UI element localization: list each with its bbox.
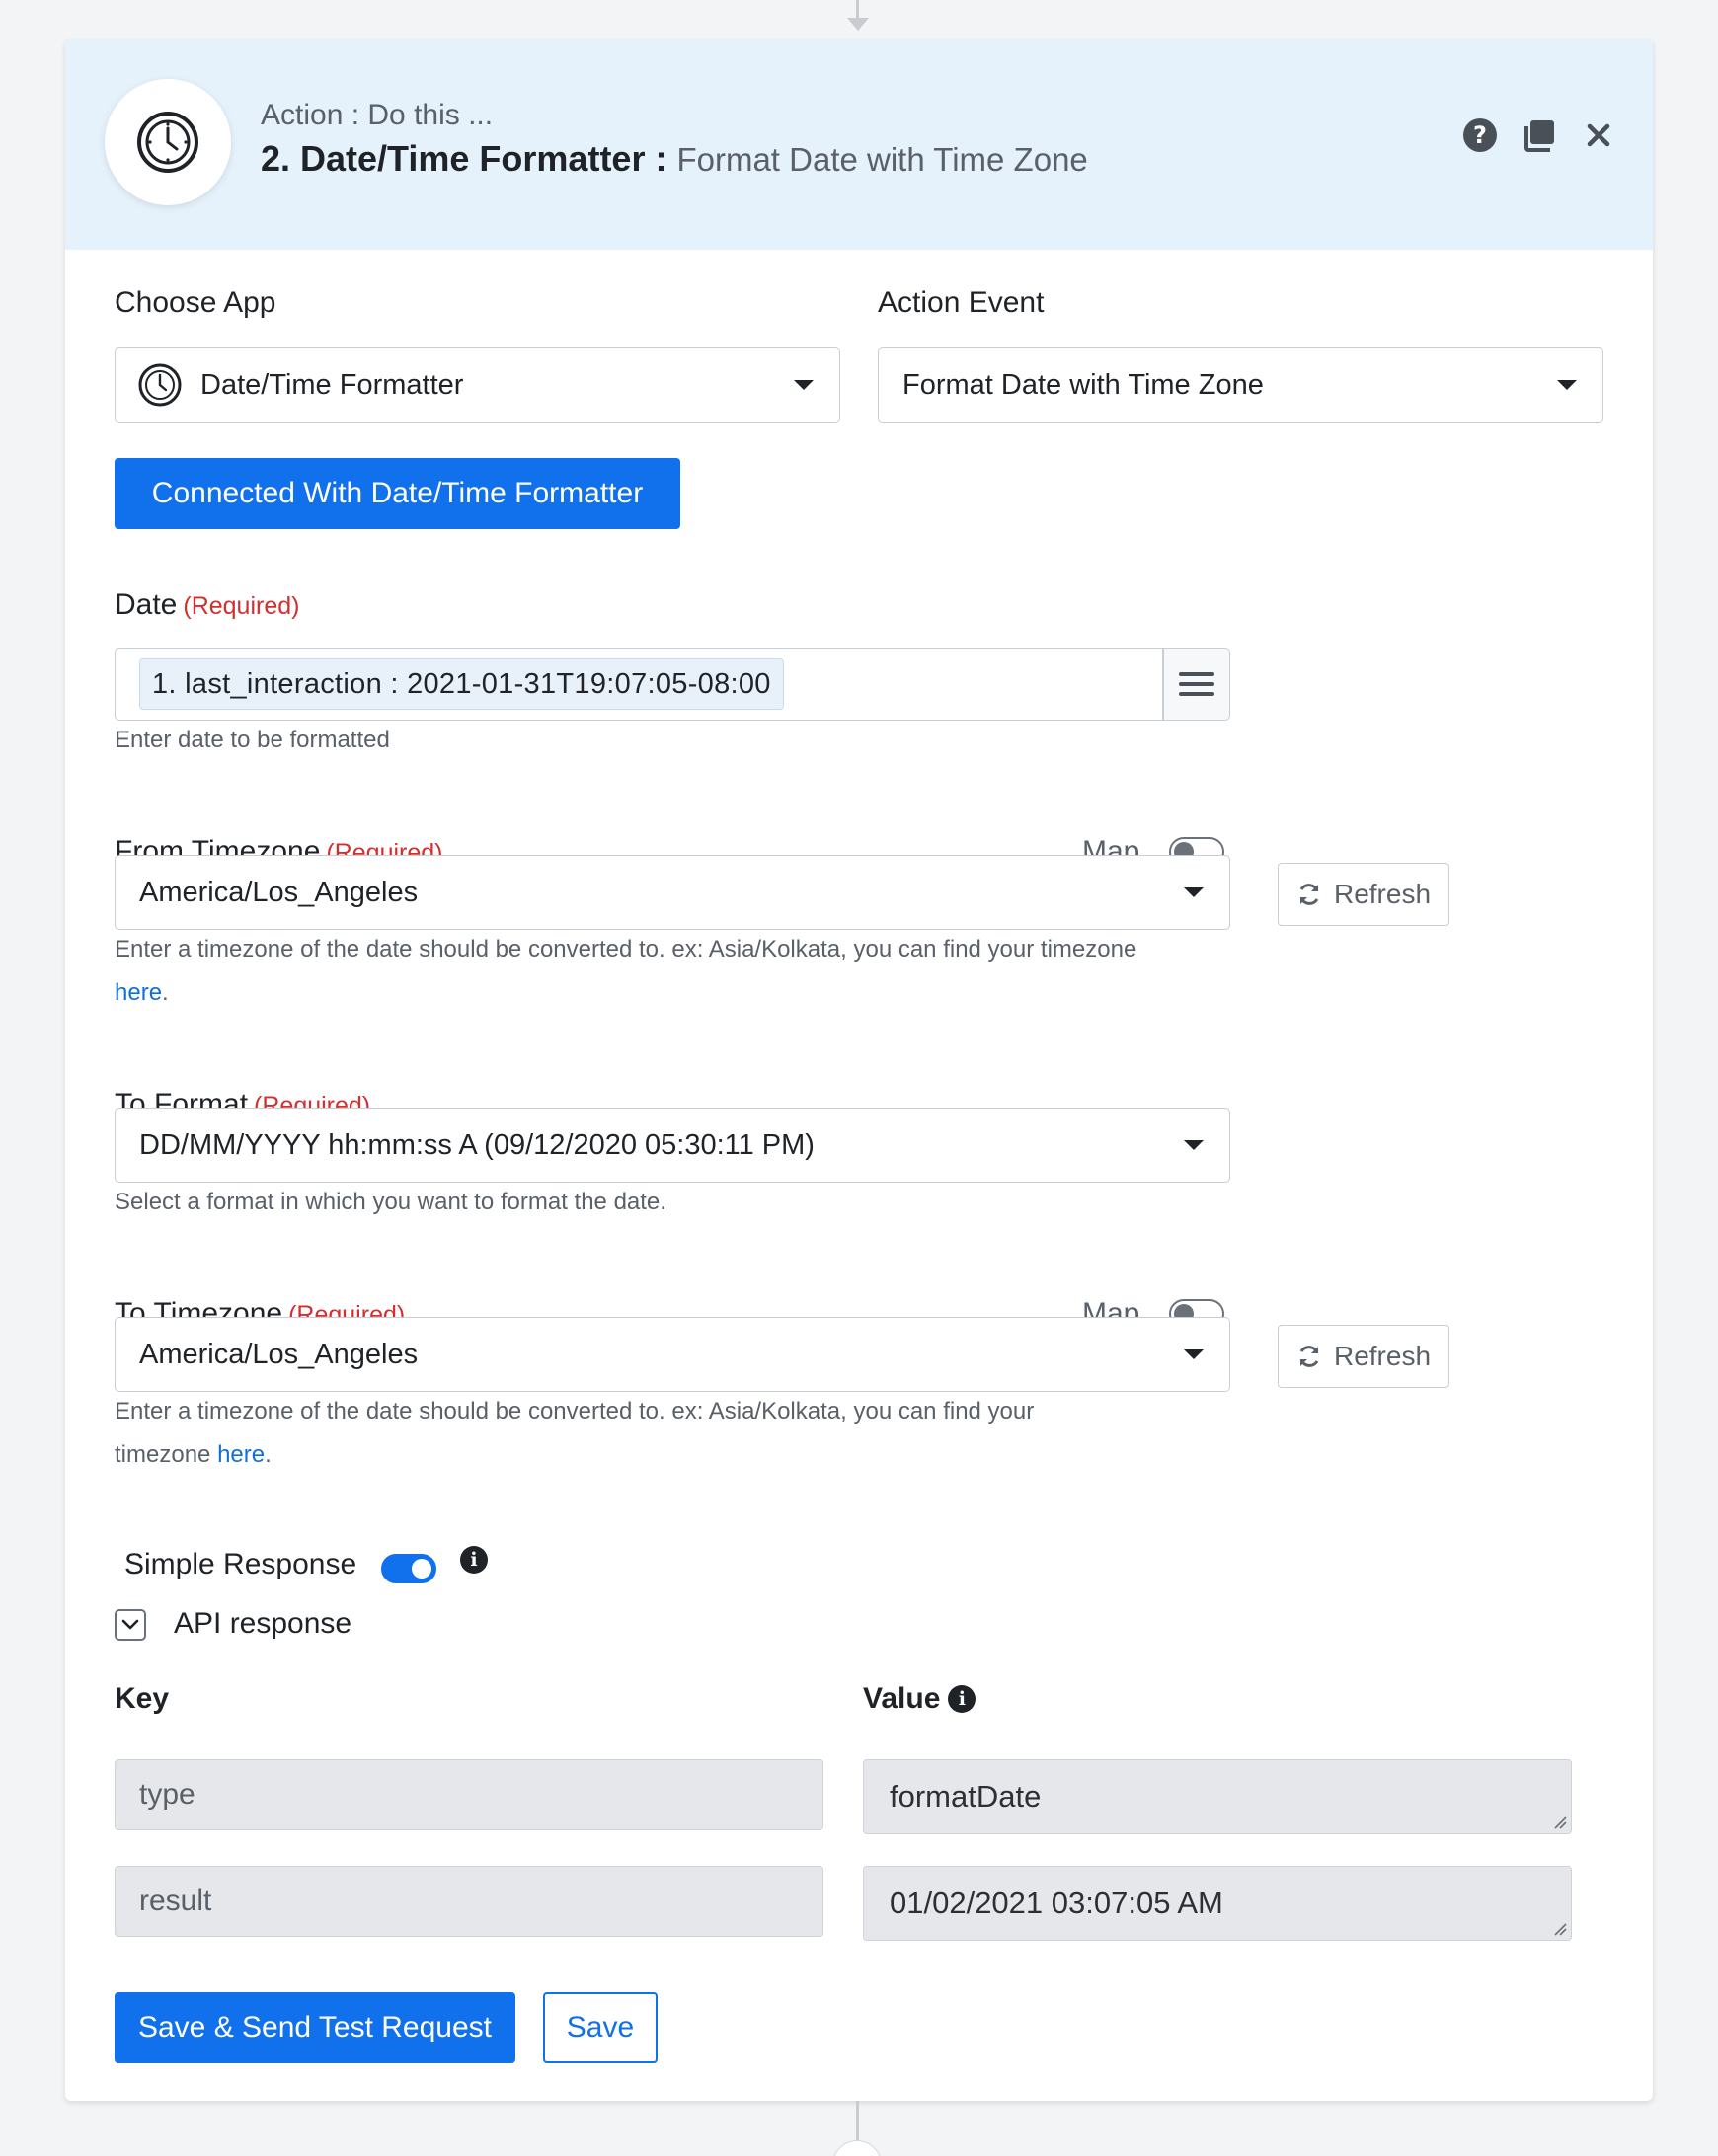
chevron-down-icon xyxy=(1184,1349,1204,1359)
action-title-sub: Format Date with Time Zone xyxy=(676,141,1088,178)
kv-value-text: 01/02/2021 03:07:05 AM xyxy=(890,1886,1223,1920)
info-icon: i xyxy=(460,1546,488,1574)
refresh-label: Refresh xyxy=(1333,1341,1432,1371)
refresh-label: Refresh xyxy=(1333,879,1432,909)
action-kicker: Action : Do this ... xyxy=(261,99,494,131)
to-timezone-help-prefix: timezone xyxy=(115,1441,218,1468)
date-token[interactable]: 1. last_interaction : 2021-01-31T19:07:0… xyxy=(139,658,784,710)
resize-handle-icon[interactable] xyxy=(1553,1922,1567,1936)
date-label: Date (Required) xyxy=(115,588,299,622)
chevron-down-icon xyxy=(1184,1140,1204,1150)
clock-icon xyxy=(138,363,182,407)
simple-response-label: Simple Response xyxy=(124,1548,357,1580)
value-column-header: Value i xyxy=(863,1682,976,1716)
action-step-card: Action : Do this ... 2. Date/Time Format… xyxy=(65,39,1653,2101)
choose-app-label: Choose App xyxy=(115,286,276,319)
chevron-down-icon xyxy=(121,1619,139,1630)
action-event-select[interactable]: Format Date with Time Zone xyxy=(878,347,1603,423)
to-timezone-help: Enter a timezone of the date should be c… xyxy=(115,1390,1034,1433)
from-timezone-select[interactable]: America/Los_Angeles xyxy=(115,855,1230,930)
info-icon[interactable]: i xyxy=(948,1685,976,1713)
card-header: Action : Do this ... 2. Date/Time Format… xyxy=(65,39,1653,250)
kv-key-cell: result xyxy=(115,1866,823,1937)
save-and-test-button[interactable]: Save & Send Test Request xyxy=(115,1992,515,2063)
app-logo xyxy=(105,79,231,205)
to-timezone-refresh-button[interactable]: Refresh xyxy=(1278,1325,1449,1388)
save-button[interactable]: Save xyxy=(543,1992,658,2063)
help-button[interactable]: ? xyxy=(1461,116,1499,154)
kv-key-cell: type xyxy=(115,1759,823,1830)
close-button[interactable] xyxy=(1580,116,1617,154)
from-timezone-here-link[interactable]: here xyxy=(115,979,162,1006)
to-timezone-select[interactable]: America/Los_Angeles xyxy=(115,1317,1230,1392)
action-event-value: Format Date with Time Zone xyxy=(902,368,1264,401)
refresh-icon xyxy=(1299,884,1319,905)
date-label-text: Date xyxy=(115,588,178,621)
connected-app-button[interactable]: Connected With Date/Time Formatter xyxy=(115,458,680,529)
kv-value-text: formatDate xyxy=(890,1779,1042,1813)
kv-value-cell: formatDate xyxy=(863,1759,1572,1834)
clock-icon xyxy=(137,112,198,173)
chevron-down-icon xyxy=(1184,887,1204,897)
from-timezone-refresh-button[interactable]: Refresh xyxy=(1278,863,1449,926)
from-timezone-help-line2: here. xyxy=(115,971,169,1015)
duplicate-button[interactable] xyxy=(1521,116,1558,154)
simple-response-toggle[interactable] xyxy=(381,1554,436,1583)
period: . xyxy=(265,1441,272,1468)
to-timezone-here-link[interactable]: here xyxy=(217,1441,265,1468)
header-actions: ? xyxy=(1461,116,1617,154)
to-format-value: DD/MM/YYYY hh:mm:ss A (09/12/2020 05:30:… xyxy=(139,1128,815,1161)
toggle-knob xyxy=(412,1559,431,1578)
connector-arrow-icon xyxy=(847,18,869,31)
action-title-main: 2. Date/Time Formatter : xyxy=(261,138,667,179)
period: . xyxy=(162,979,169,1006)
hamburger-icon xyxy=(1179,672,1214,696)
close-icon xyxy=(1587,123,1610,147)
required-marker: (Required) xyxy=(183,592,300,620)
to-timezone-value: America/Los_Angeles xyxy=(139,1338,419,1370)
resize-handle-icon[interactable] xyxy=(1553,1815,1567,1829)
action-event-label: Action Event xyxy=(878,286,1045,319)
chevron-down-icon xyxy=(1557,380,1577,390)
from-timezone-help-text: Enter a timezone of the date should be c… xyxy=(115,936,1137,962)
api-response-label: API response xyxy=(174,1607,352,1640)
date-input[interactable]: 1. last_interaction : 2021-01-31T19:07:0… xyxy=(115,648,1163,721)
api-response-collapse-toggle[interactable] xyxy=(115,1609,146,1641)
svg-text:?: ? xyxy=(1473,121,1487,149)
to-format-select[interactable]: DD/MM/YYYY hh:mm:ss A (09/12/2020 05:30:… xyxy=(115,1108,1230,1183)
choose-app-select[interactable]: Date/Time Formatter xyxy=(115,347,840,423)
kv-value-cell: 01/02/2021 03:07:05 AM xyxy=(863,1866,1572,1941)
to-timezone-help-line2: timezone here. xyxy=(115,1433,272,1477)
from-timezone-help: Enter a timezone of the date should be c… xyxy=(115,928,1136,971)
refresh-icon xyxy=(1299,1346,1319,1367)
date-help: Enter date to be formatted xyxy=(115,727,390,753)
to-timezone-help-text: Enter a timezone of the date should be c… xyxy=(115,1398,1035,1424)
value-header-text: Value xyxy=(863,1682,941,1715)
choose-app-value: Date/Time Formatter xyxy=(200,368,464,401)
action-title: 2. Date/Time Formatter : Format Date wit… xyxy=(261,138,1088,180)
from-timezone-value: America/Los_Angeles xyxy=(139,876,419,908)
question-icon: ? xyxy=(1463,118,1497,152)
copy-icon xyxy=(1524,120,1554,152)
insert-field-button[interactable] xyxy=(1163,648,1230,721)
chevron-down-icon xyxy=(794,380,814,390)
to-format-help: Select a format in which you want to for… xyxy=(115,1189,666,1215)
simple-response-info[interactable]: i xyxy=(460,1546,488,1574)
add-step-node[interactable] xyxy=(832,2140,882,2156)
key-column-header: Key xyxy=(115,1682,170,1715)
